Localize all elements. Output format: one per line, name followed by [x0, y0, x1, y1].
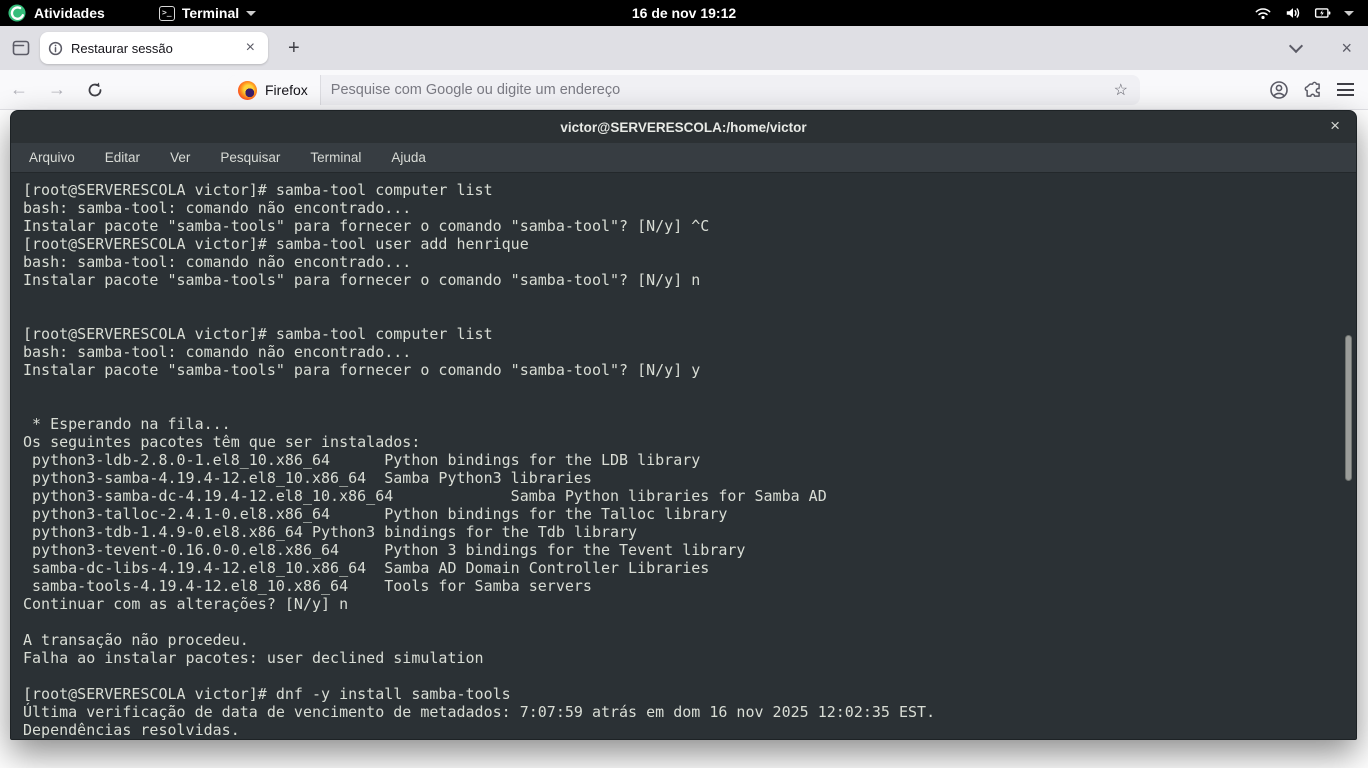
- tab-close-icon[interactable]: ×: [241, 38, 260, 58]
- tab-title: Restaurar sessão: [71, 41, 233, 56]
- firefox-logo-icon: [238, 81, 257, 100]
- bookmark-star-icon[interactable]: ☆: [1114, 80, 1140, 100]
- battery-charging-icon: [1314, 5, 1332, 21]
- wifi-icon: [1254, 5, 1272, 21]
- reload-button[interactable]: [86, 81, 104, 99]
- terminal-menubar: Arquivo Editar Ver Pesquisar Terminal Aj…: [11, 143, 1356, 173]
- back-button[interactable]: ←: [0, 75, 38, 104]
- system-menu-caret-icon[interactable]: [1344, 11, 1354, 16]
- new-tab-button[interactable]: +: [280, 37, 308, 60]
- focused-app-menu[interactable]: >_ Terminal: [159, 5, 256, 21]
- terminal-window: victor@SERVERESCOLA:/home/victor × Arqui…: [10, 110, 1357, 740]
- list-all-tabs-icon[interactable]: [1289, 39, 1303, 53]
- terminal-scrollbar-thumb[interactable]: [1345, 335, 1352, 481]
- firefox-view-button[interactable]: [8, 35, 34, 61]
- forward-button[interactable]: →: [38, 75, 76, 104]
- menu-terminal[interactable]: Terminal: [310, 150, 361, 165]
- app-menu-icon[interactable]: [1337, 83, 1354, 96]
- distro-logo-icon: [8, 4, 26, 22]
- url-bar[interactable]: Firefox ☆: [228, 75, 1140, 105]
- browser-close-icon[interactable]: ×: [1341, 39, 1352, 57]
- terminal-title: victor@SERVERESCOLA:/home/victor: [560, 120, 806, 135]
- terminal-body[interactable]: [root@SERVERESCOLA victor]# samba-tool c…: [11, 173, 1356, 739]
- navigation-toolbar: ← → Firefox ☆: [0, 70, 1368, 110]
- terminal-titlebar[interactable]: victor@SERVERESCOLA:/home/victor ×: [11, 111, 1356, 143]
- menu-arquivo[interactable]: Arquivo: [29, 150, 75, 165]
- menu-pesquisar[interactable]: Pesquisar: [220, 150, 280, 165]
- firefox-view-icon: [11, 38, 31, 58]
- menu-ver[interactable]: Ver: [170, 150, 190, 165]
- terminal-output: [root@SERVERESCOLA victor]# samba-tool c…: [11, 173, 1356, 739]
- terminal-app-icon: >_: [159, 6, 175, 21]
- url-input[interactable]: [321, 82, 1114, 98]
- account-icon[interactable]: [1269, 80, 1289, 100]
- identity-chip: Firefox: [228, 75, 321, 105]
- app-menu-caret-icon: [246, 11, 256, 16]
- terminal-close-icon[interactable]: ×: [1330, 115, 1340, 137]
- menu-editar[interactable]: Editar: [105, 150, 140, 165]
- gnome-top-bar: Atividades >_ Terminal 16 de nov 19:12: [0, 0, 1368, 26]
- info-icon: [48, 41, 63, 56]
- tab-restaurar-sessao[interactable]: Restaurar sessão ×: [40, 32, 268, 64]
- volume-icon: [1284, 5, 1302, 21]
- extensions-puzzle-icon[interactable]: [1303, 80, 1323, 100]
- activities-button[interactable]: Atividades: [34, 5, 105, 21]
- menu-ajuda[interactable]: Ajuda: [391, 150, 426, 165]
- tab-bar: Restaurar sessão × + ×: [0, 26, 1368, 70]
